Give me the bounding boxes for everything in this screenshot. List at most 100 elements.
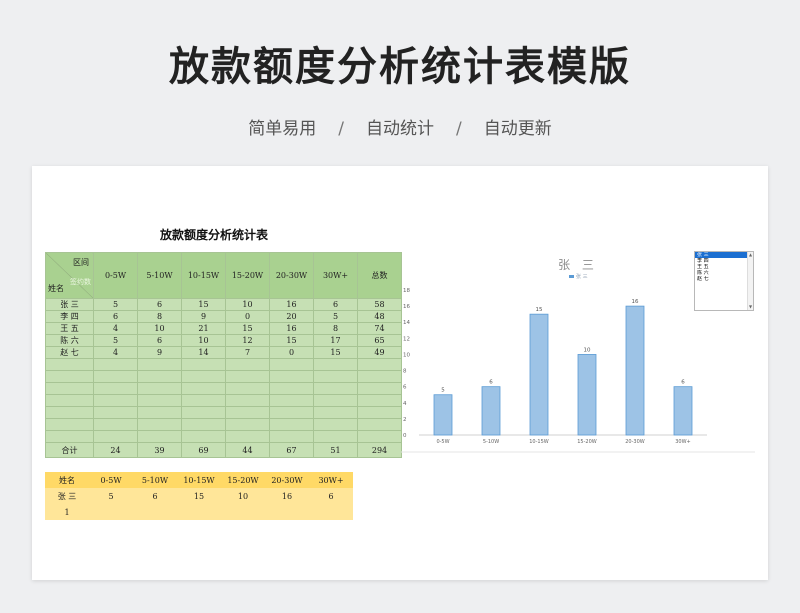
table-cell[interactable]: 4 bbox=[93, 322, 138, 335]
name-listbox[interactable]: 张 三李 四王 五陈 六赵 七 ▲ ▼ bbox=[694, 251, 754, 311]
empty-cell[interactable] bbox=[181, 394, 226, 407]
row-name-cell[interactable]: 李 四 bbox=[45, 310, 94, 323]
total-label[interactable]: 合计 bbox=[45, 442, 94, 458]
empty-cell[interactable] bbox=[357, 382, 402, 395]
table-cell[interactable]: 7 bbox=[225, 346, 270, 359]
table-cell[interactable]: 5 bbox=[313, 310, 358, 323]
empty-cell[interactable] bbox=[93, 406, 138, 419]
col-header[interactable]: 5-10W bbox=[137, 252, 182, 299]
total-cell[interactable]: 39 bbox=[137, 442, 182, 458]
listbox-item[interactable]: 赵 七 bbox=[695, 276, 747, 282]
empty-cell[interactable] bbox=[93, 394, 138, 407]
table-cell[interactable]: 12 bbox=[225, 334, 270, 347]
lookup-header[interactable]: 30W+ bbox=[309, 472, 353, 488]
lookup-header[interactable]: 5-10W bbox=[133, 472, 177, 488]
table-cell[interactable]: 10 bbox=[181, 334, 226, 347]
empty-cell[interactable] bbox=[357, 418, 402, 431]
lookup-header[interactable]: 15-20W bbox=[221, 472, 265, 488]
empty-cell[interactable] bbox=[93, 358, 138, 371]
empty-cell[interactable] bbox=[93, 370, 138, 383]
table-cell[interactable]: 4 bbox=[93, 346, 138, 359]
table-cell[interactable]: 49 bbox=[357, 346, 402, 359]
row-name-cell[interactable]: 张 三 bbox=[45, 298, 94, 311]
empty-cell[interactable] bbox=[313, 394, 358, 407]
table-cell[interactable]: 17 bbox=[313, 334, 358, 347]
empty-cell[interactable] bbox=[313, 418, 358, 431]
lookup-cell[interactable]: 15 bbox=[177, 488, 221, 504]
lookup-header[interactable]: 20-30W bbox=[265, 472, 309, 488]
empty-cell[interactable] bbox=[225, 418, 270, 431]
lookup-cell[interactable]: 5 bbox=[89, 488, 133, 504]
table-cell[interactable]: 6 bbox=[93, 310, 138, 323]
empty-cell[interactable] bbox=[269, 430, 314, 443]
empty-cell[interactable] bbox=[225, 358, 270, 371]
col-header[interactable]: 10-15W bbox=[181, 252, 226, 299]
empty-cell[interactable] bbox=[45, 430, 94, 443]
empty-cell[interactable] bbox=[357, 394, 402, 407]
row-name-cell[interactable]: 陈 六 bbox=[45, 334, 94, 347]
table-cell[interactable]: 65 bbox=[357, 334, 402, 347]
empty-cell[interactable] bbox=[313, 370, 358, 383]
table-cell[interactable]: 14 bbox=[181, 346, 226, 359]
lookup-cell[interactable] bbox=[177, 504, 221, 520]
table-cell[interactable]: 58 bbox=[357, 298, 402, 311]
empty-cell[interactable] bbox=[181, 382, 226, 395]
empty-cell[interactable] bbox=[357, 358, 402, 371]
table-cell[interactable]: 5 bbox=[93, 298, 138, 311]
lookup-cell[interactable] bbox=[133, 504, 177, 520]
empty-cell[interactable] bbox=[137, 382, 182, 395]
empty-cell[interactable] bbox=[137, 358, 182, 371]
empty-cell[interactable] bbox=[225, 382, 270, 395]
empty-cell[interactable] bbox=[269, 358, 314, 371]
col-header[interactable]: 0-5W bbox=[93, 252, 138, 299]
empty-cell[interactable] bbox=[181, 370, 226, 383]
total-cell[interactable]: 67 bbox=[269, 442, 314, 458]
empty-cell[interactable] bbox=[269, 406, 314, 419]
table-cell[interactable]: 6 bbox=[313, 298, 358, 311]
listbox-scrollbar[interactable]: ▲ ▼ bbox=[747, 252, 753, 310]
empty-cell[interactable] bbox=[137, 430, 182, 443]
empty-cell[interactable] bbox=[313, 382, 358, 395]
empty-cell[interactable] bbox=[137, 370, 182, 383]
empty-cell[interactable] bbox=[313, 406, 358, 419]
empty-cell[interactable] bbox=[181, 406, 226, 419]
lookup-cell[interactable]: 6 bbox=[309, 488, 353, 504]
lookup-cell[interactable] bbox=[89, 504, 133, 520]
table-cell[interactable]: 16 bbox=[269, 298, 314, 311]
empty-cell[interactable] bbox=[181, 418, 226, 431]
empty-cell[interactable] bbox=[269, 382, 314, 395]
lookup-cell[interactable]: 6 bbox=[133, 488, 177, 504]
scroll-down-icon[interactable]: ▼ bbox=[748, 304, 753, 310]
col-header[interactable]: 30W+ bbox=[313, 252, 358, 299]
table-cell[interactable]: 0 bbox=[269, 346, 314, 359]
table-cell[interactable]: 15 bbox=[313, 346, 358, 359]
empty-cell[interactable] bbox=[225, 430, 270, 443]
empty-cell[interactable] bbox=[45, 358, 94, 371]
empty-cell[interactable] bbox=[357, 370, 402, 383]
table-cell[interactable]: 74 bbox=[357, 322, 402, 335]
table-cell[interactable]: 20 bbox=[269, 310, 314, 323]
lookup-index-cell[interactable]: 1 bbox=[45, 504, 89, 520]
empty-cell[interactable] bbox=[181, 430, 226, 443]
table-cell[interactable]: 21 bbox=[181, 322, 226, 335]
table-cell[interactable]: 8 bbox=[137, 310, 182, 323]
lookup-header[interactable]: 姓名 bbox=[45, 472, 89, 488]
table-cell[interactable]: 15 bbox=[225, 322, 270, 335]
total-cell[interactable]: 51 bbox=[313, 442, 358, 458]
empty-cell[interactable] bbox=[181, 358, 226, 371]
col-header[interactable]: 总数 bbox=[357, 252, 402, 299]
total-cell[interactable]: 44 bbox=[225, 442, 270, 458]
table-cell[interactable]: 9 bbox=[137, 346, 182, 359]
empty-cell[interactable] bbox=[93, 430, 138, 443]
table-cell[interactable]: 15 bbox=[181, 298, 226, 311]
table-cell[interactable]: 6 bbox=[137, 334, 182, 347]
table-cell[interactable]: 48 bbox=[357, 310, 402, 323]
empty-cell[interactable] bbox=[137, 394, 182, 407]
empty-cell[interactable] bbox=[137, 418, 182, 431]
lookup-header[interactable]: 10-15W bbox=[177, 472, 221, 488]
empty-cell[interactable] bbox=[45, 370, 94, 383]
lookup-cell[interactable] bbox=[309, 504, 353, 520]
col-header[interactable]: 20-30W bbox=[269, 252, 314, 299]
table-cell[interactable]: 10 bbox=[225, 298, 270, 311]
lookup-header[interactable]: 0-5W bbox=[89, 472, 133, 488]
